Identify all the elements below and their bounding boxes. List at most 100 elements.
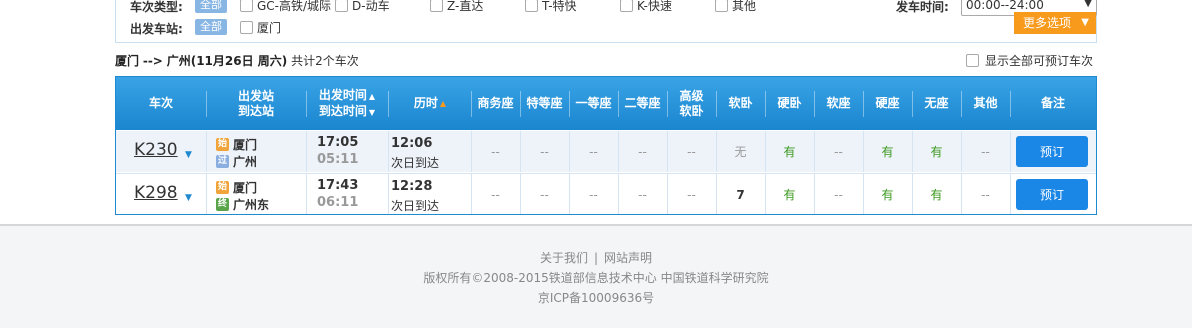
filter-k[interactable]: K-快速	[620, 0, 672, 14]
col-business: 商务座	[477, 96, 514, 110]
checkbox-icon[interactable]	[620, 0, 633, 12]
train-number-link[interactable]: K230	[134, 140, 178, 160]
filter-station-xiamen[interactable]: 厦门	[240, 19, 281, 36]
checkbox-icon[interactable]	[240, 0, 253, 12]
from-station-label: 出发车站:	[130, 22, 183, 36]
col-train: 车次	[148, 96, 173, 110]
results-table: 车次 出发站 到达站 出发时间 ▲ 到达时间 ▼ 历时 ▲ 商务座 特等座 一等座 二等座…	[115, 76, 1097, 215]
seat-other: --	[981, 187, 990, 202]
caret-down-icon: ▼	[1081, 17, 1089, 28]
checkbox-icon[interactable]	[335, 0, 348, 12]
checkbox-icon[interactable]	[966, 54, 979, 67]
filter-gc[interactable]: GC-高铁/城际	[240, 0, 331, 14]
depart-time: 17:43	[317, 178, 359, 193]
seat-hard-seat: 有	[881, 188, 894, 202]
depart-time-label: 发车时间:	[896, 0, 949, 14]
seat-hard-seat: 有	[881, 145, 894, 159]
col-no-seat: 无座	[924, 96, 949, 110]
col-times[interactable]: 出发时间 ▲ 到达时间 ▼	[307, 77, 387, 130]
book-button[interactable]: 预订	[1016, 179, 1088, 210]
train-type-all-button[interactable]: 全部	[195, 0, 227, 13]
filter-z[interactable]: Z-直达	[430, 0, 483, 14]
table-header: 车次 出发站 到达站 出发时间 ▲ 到达时间 ▼ 历时 ▲ 商务座 特等座 一等座 二等座…	[116, 77, 1096, 130]
filter-d[interactable]: D-动车	[335, 0, 390, 14]
seat-other: --	[981, 144, 990, 159]
duration: 12:28	[391, 179, 433, 194]
col-special: 特等座	[526, 96, 563, 110]
from-station: 始厦门	[216, 181, 258, 195]
col-other: 其他	[973, 96, 998, 110]
expand-arrow-icon[interactable]: ▼	[185, 193, 192, 203]
start-badge-icon: 始	[216, 138, 229, 151]
depart-time-value: 00:00--24:00	[966, 0, 1044, 12]
end-badge-icon: 终	[216, 198, 229, 211]
route-arrow: -->	[142, 54, 163, 68]
to-station: 过广州	[216, 155, 258, 169]
seat-special: --	[540, 187, 549, 202]
about-link[interactable]: 关于我们	[540, 251, 588, 265]
expand-arrow-icon[interactable]: ▼	[185, 150, 192, 160]
from-station-row: 出发车站: 全部 厦门	[116, 18, 1096, 38]
arrive-time: 05:11	[317, 152, 359, 167]
copyright: 版权所有©2008-2015铁道部信息技术中心 中国铁道科学研究院	[423, 271, 769, 285]
col-hard-seat: 硬座	[875, 96, 900, 110]
sort-up-icon[interactable]: ▲	[440, 96, 446, 111]
route-date: (11月26日 周六)	[190, 54, 288, 68]
col-soft-seat: 软座	[826, 96, 851, 110]
seat-hard-sleeper: 有	[783, 188, 796, 202]
seat-business: --	[491, 144, 500, 159]
checkbox-icon[interactable]	[715, 0, 728, 12]
seat-no-seat: 有	[930, 145, 943, 159]
dropdown-arrow-icon: ▼	[1084, 0, 1092, 9]
filter-t[interactable]: T-特快	[525, 0, 577, 14]
from-station: 始厦门	[216, 138, 258, 152]
depart-time: 17:05	[317, 135, 359, 150]
col-stations: 出发站 到达站	[237, 88, 274, 118]
col-adv-soft: 高级 软卧	[679, 88, 704, 118]
to-station: 终广州东	[216, 198, 270, 212]
table-row: K230 ▼ 始厦门 过广州 17:05 05:11 12:06 次日到达 --…	[116, 131, 1096, 172]
sort-down-icon[interactable]: ▼	[369, 108, 375, 117]
col-first: 一等座	[575, 96, 612, 110]
checkbox-icon[interactable]	[525, 0, 538, 12]
train-type-row: 车次类型: 全部 GC-高铁/城际 D-动车 Z-直达 T-特快 K-快速 其他…	[116, 0, 1097, 16]
show-all-bookable[interactable]: 显示全部可预订车次	[966, 52, 1093, 69]
checkbox-icon[interactable]	[240, 21, 253, 34]
sort-up-icon[interactable]: ▲	[369, 92, 375, 101]
seat-hard-sleeper: 有	[783, 145, 796, 159]
col-hard-sleeper: 硬卧	[777, 96, 802, 110]
train-type-label: 车次类型:	[130, 0, 183, 14]
arrive-note: 次日到达	[391, 199, 440, 213]
route-summary: 厦门 --> 广州(11月26日 周六) 共计2个车次	[115, 52, 359, 69]
filter-panel: 车次类型: 全部 GC-高铁/城际 D-动车 Z-直达 T-特快 K-快速 其他…	[115, 0, 1097, 43]
seat-business: --	[491, 187, 500, 202]
seat-soft-sleeper: 无	[734, 145, 747, 159]
seat-special: --	[540, 144, 549, 159]
pass-badge-icon: 过	[216, 155, 229, 168]
arrive-note: 次日到达	[391, 156, 440, 170]
col-second: 二等座	[624, 96, 661, 110]
seat-second: --	[638, 144, 647, 159]
route-to: 广州	[166, 54, 191, 68]
statement-link[interactable]: 网站声明	[604, 251, 652, 265]
footer-links: 关于我们 | 网站声明	[0, 249, 1192, 266]
table-row: K298 ▼ 始厦门 终广州东 17:43 06:11 12:28 次日到达 -…	[116, 173, 1096, 214]
seat-second: --	[638, 187, 647, 202]
icp-number: 京ICP备10009636号	[537, 291, 655, 305]
filter-other[interactable]: 其他	[715, 0, 756, 14]
train-number-link[interactable]: K298	[134, 183, 178, 203]
from-station-all-button[interactable]: 全部	[195, 19, 227, 35]
seat-soft-seat: --	[834, 144, 843, 159]
seat-soft-seat: --	[834, 187, 843, 202]
seat-first: --	[589, 144, 598, 159]
seat-first: --	[589, 187, 598, 202]
checkbox-icon[interactable]	[430, 0, 443, 12]
seat-no-seat: 有	[930, 188, 943, 202]
col-remark: 备注	[1040, 96, 1065, 110]
duration: 12:06	[391, 136, 433, 151]
footer-separator: |	[593, 251, 599, 265]
more-options-button[interactable]: 更多选项 ▼	[1014, 12, 1096, 34]
col-duration[interactable]: 历时 ▲	[389, 77, 471, 130]
book-button[interactable]: 预订	[1016, 136, 1088, 167]
seat-adv-soft: --	[687, 144, 696, 159]
